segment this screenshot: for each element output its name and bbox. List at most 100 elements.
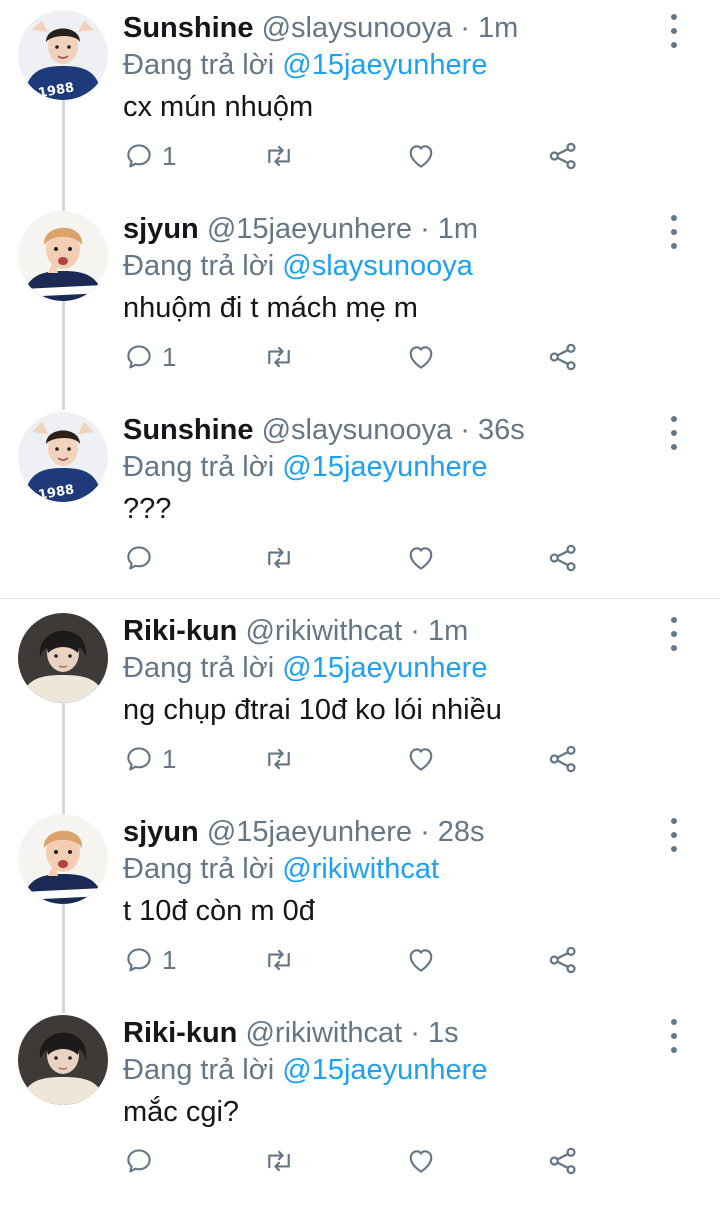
display-name[interactable]: Riki-kun	[123, 1017, 237, 1049]
reply-icon	[127, 546, 151, 570]
retweet-button[interactable]	[262, 136, 296, 176]
reply-count: 1	[162, 140, 177, 171]
thread-divider	[0, 598, 720, 599]
retweet-icon	[268, 1150, 290, 1172]
timestamp[interactable]: 1m	[438, 213, 478, 245]
tweet[interactable]: 1988 Sunshine @slaysunooya · 36s Đang tr…	[0, 402, 720, 602]
retweet-button[interactable]	[262, 538, 296, 578]
share-button[interactable]	[547, 739, 579, 779]
tweet-header: sjyun @15jaeyunhere · 1m	[123, 211, 478, 247]
timestamp-separator: ·	[412, 213, 438, 245]
timestamp[interactable]: 28s	[438, 816, 485, 848]
reply-to-mention[interactable]: @15jaeyunhere	[282, 49, 487, 81]
timestamp[interactable]: 1m	[428, 615, 468, 647]
like-button[interactable]	[405, 739, 437, 779]
display-name[interactable]: Sunshine	[123, 12, 254, 44]
share-button[interactable]	[547, 940, 579, 980]
avatar-sjyun[interactable]	[18, 211, 108, 301]
display-name[interactable]: sjyun	[123, 816, 199, 848]
username-handle[interactable]: @15jaeyunhere	[207, 213, 412, 245]
reply-icon	[127, 345, 151, 369]
tweet-actions: 1	[120, 739, 600, 779]
more-vertical-icon[interactable]	[662, 215, 686, 249]
share-button[interactable]	[547, 538, 579, 578]
avatar-riki[interactable]	[18, 613, 108, 703]
reply-to-mention[interactable]: @15jaeyunhere	[282, 1054, 487, 1086]
replying-to-label: Đang trả lời	[123, 250, 275, 282]
tweet-actions	[120, 538, 600, 578]
share-button[interactable]	[547, 337, 579, 377]
heart-icon	[409, 949, 433, 972]
tweet-text: mắc cgi?	[123, 1096, 240, 1128]
username-handle[interactable]: @rikiwithcat	[245, 1017, 402, 1049]
like-button[interactable]	[405, 1141, 437, 1181]
avatar-sjyun[interactable]	[18, 814, 108, 904]
like-button[interactable]	[405, 940, 437, 980]
more-vertical-icon[interactable]	[662, 416, 686, 450]
replying-to: Đang trả lời @slaysunooya	[123, 248, 473, 284]
retweet-icon	[268, 949, 290, 971]
tweet[interactable]: 1988 Sunshine @slaysunooya · 1m Đang trả…	[0, 0, 720, 200]
reply-to-mention[interactable]: @slaysunooya	[282, 250, 473, 282]
avatar-sunshine[interactable]: 1988	[18, 412, 108, 502]
reply-to-mention[interactable]: @15jaeyunhere	[282, 451, 487, 483]
username-handle[interactable]: @slaysunooya	[262, 12, 453, 44]
reply-count: 1	[162, 743, 177, 774]
timestamp-separator: ·	[402, 1017, 428, 1049]
retweet-button[interactable]	[262, 337, 296, 377]
replying-to: Đang trả lời @15jaeyunhere	[123, 1052, 487, 1088]
heart-icon	[409, 748, 433, 771]
replying-to: Đang trả lời @rikiwithcat	[123, 851, 439, 887]
tweet-actions	[120, 1141, 600, 1181]
reply-button[interactable]: 1	[124, 940, 176, 980]
share-icon	[549, 745, 576, 773]
heart-icon	[409, 145, 433, 168]
reply-button[interactable]: 1	[124, 136, 176, 176]
tweet-header: Sunshine @slaysunooya · 36s	[123, 412, 525, 448]
username-handle[interactable]: @rikiwithcat	[245, 615, 402, 647]
tweet-text: cx mún nhuộm	[123, 91, 314, 123]
more-vertical-icon[interactable]	[662, 818, 686, 852]
timestamp[interactable]: 1s	[428, 1017, 459, 1049]
like-button[interactable]	[405, 538, 437, 578]
like-button[interactable]	[405, 337, 437, 377]
timestamp[interactable]: 1m	[478, 12, 518, 44]
username-handle[interactable]: @slaysunooya	[262, 414, 453, 446]
display-name[interactable]: Riki-kun	[123, 615, 237, 647]
reply-to-mention[interactable]: @15jaeyunhere	[282, 652, 487, 684]
tweet[interactable]: Riki-kun @rikiwithcat · 1m Đang trả lời …	[0, 603, 720, 803]
tweet-text: t 10đ còn m 0đ	[123, 895, 315, 927]
more-vertical-icon[interactable]	[662, 617, 686, 651]
share-icon	[549, 544, 576, 572]
reply-button[interactable]	[124, 538, 162, 578]
tweet-header: Riki-kun @rikiwithcat · 1s	[123, 1015, 459, 1051]
username-handle[interactable]: @15jaeyunhere	[207, 816, 412, 848]
more-vertical-icon[interactable]	[662, 1019, 686, 1053]
display-name[interactable]: Sunshine	[123, 414, 254, 446]
tweet-header: sjyun @15jaeyunhere · 28s	[123, 814, 485, 850]
display-name[interactable]: sjyun	[123, 213, 199, 245]
retweet-button[interactable]	[262, 739, 296, 779]
tweet[interactable]: sjyun @15jaeyunhere · 1m Đang trả lời @s…	[0, 201, 720, 401]
reply-button[interactable]: 1	[124, 337, 176, 377]
retweet-button[interactable]	[262, 940, 296, 980]
tweet[interactable]: sjyun @15jaeyunhere · 28s Đang trả lời @…	[0, 804, 720, 1004]
tweet-actions: 1	[120, 337, 600, 377]
reply-button[interactable]: 1	[124, 739, 176, 779]
tweet-text: nhuộm đi t mách mẹ m	[123, 292, 418, 324]
avatar-sunshine[interactable]: 1988	[18, 10, 108, 100]
replying-to: Đang trả lời @15jaeyunhere	[123, 449, 487, 485]
like-button[interactable]	[405, 136, 437, 176]
avatar-riki[interactable]	[18, 1015, 108, 1105]
tweet[interactable]: Riki-kun @rikiwithcat · 1s Đang trả lời …	[0, 1005, 720, 1205]
retweet-icon	[268, 145, 290, 167]
heart-icon	[409, 346, 433, 369]
share-button[interactable]	[547, 136, 579, 176]
more-vertical-icon[interactable]	[662, 14, 686, 48]
share-button[interactable]	[547, 1141, 579, 1181]
reply-to-mention[interactable]: @rikiwithcat	[282, 853, 439, 885]
timestamp[interactable]: 36s	[478, 414, 525, 446]
retweet-button[interactable]	[262, 1141, 296, 1181]
reply-count: 1	[162, 944, 177, 975]
reply-button[interactable]	[124, 1141, 162, 1181]
